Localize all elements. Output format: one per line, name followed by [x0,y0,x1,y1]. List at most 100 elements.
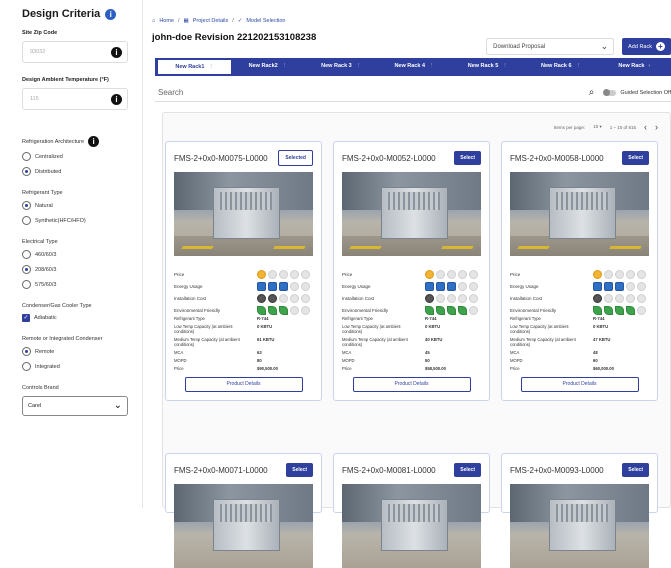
tab-rack-7[interactable]: New Rack › [598,58,671,74]
tab-label: New Rack 6 [541,63,572,69]
temp-input[interactable]: 115 i [22,88,128,110]
kebab-icon[interactable]: ⋮ [429,63,435,69]
add-rack-label: Add Rack [628,43,652,50]
check-icon: ✓ [237,18,243,24]
info-icon[interactable]: i [111,47,122,58]
select-button[interactable]: Select [454,151,481,165]
model-card: FMS-2+0x0-M0058-L0000 Select Price Energy… [501,141,658,401]
gear-icon [425,293,434,303]
search-input[interactable]: Search [155,88,589,97]
checkbox-adiabatic[interactable]: ✓ Adiabatic [22,314,128,322]
kebab-icon[interactable]: ⋮ [576,63,582,69]
row-mca: MCA 45 [342,350,430,355]
model-card: FMS-2+0x0-M0093-L0000 Select [501,453,658,568]
guided-selection-toggle[interactable] [603,88,617,96]
search-icon[interactable]: ⌕ [589,87,595,98]
row-refrigerant: Refrigerant Type R-744 [510,316,605,321]
select-button[interactable]: Select [454,463,481,477]
select-button[interactable]: Select [622,151,649,165]
radio-icon[interactable] [22,280,31,289]
brand-select[interactable]: Carel ⌄ [22,396,128,416]
radio-centralized[interactable]: Centralized [22,152,128,161]
zip-input[interactable]: 93032 i [22,41,128,63]
per-page-select[interactable]: 10 ▾ [593,124,602,130]
radio-selected-icon[interactable] [22,201,31,210]
download-proposal-select[interactable]: Download Proposal ⌄ [486,38,615,55]
radio-575[interactable]: 575/60/3 [22,280,128,289]
product-image [510,484,649,568]
guided-selection-label: Guided Selection Off [620,89,671,96]
leaf-icon [593,305,602,315]
next-page-icon[interactable]: › [655,122,658,132]
prev-page-icon[interactable]: ‹ [644,122,647,132]
radio-synthetic[interactable]: Synthetic(HFC/HFO) [22,216,128,225]
option-label: Adiabatic [34,315,57,321]
option-label: 208/60/3 [35,266,57,273]
row-refrigerant: Refrigerant Type R-744 [174,316,269,321]
kebab-icon[interactable]: ⋮ [208,64,214,70]
option-label: Natural [35,202,53,209]
spec-env: Environmental Friendly [510,304,649,316]
row-mca: MCA 63 [174,350,262,355]
checkbox-checked-icon[interactable]: ✓ [22,314,30,322]
tab-label: New Rack 3 [321,63,352,69]
product-details-button[interactable]: Product Details [520,377,639,392]
radio-icon[interactable] [22,250,31,259]
model-name: FMS-2+0x0-M0058-L0000 [510,153,604,163]
product-details-button[interactable]: Product Details [352,377,471,392]
kebab-icon[interactable]: ⋮ [356,63,362,69]
radio-integrated[interactable]: Integrated [22,362,128,371]
radio-remote[interactable]: Remote [22,347,128,356]
elec-label: Electrical Type [22,239,58,245]
select-button[interactable]: Selected [278,150,313,166]
tab-label: New Rack1 [175,64,205,70]
tab-rack-3[interactable]: New Rack 3 ⋮ [305,58,378,74]
tab-rack-6[interactable]: New Rack 6 ⋮ [524,58,597,74]
radio-icon[interactable] [22,216,31,225]
product-image [342,172,481,256]
chevron-right-icon[interactable]: › [648,63,650,69]
product-image [342,484,481,568]
radio-selected-icon[interactable] [22,347,31,356]
product-image [174,172,313,256]
spec-energy: Energy Usage [342,280,481,292]
chevron-down-icon: ⌄ [600,41,609,51]
info-icon[interactable]: i [111,94,122,105]
kebab-icon[interactable]: ⋮ [502,63,508,69]
info-icon[interactable]: i [105,8,117,20]
search-bar: Search ⌕ Guided Selection Off [155,84,671,102]
spec-install: Installation Cost [174,292,313,304]
spec-price: Price [342,268,481,280]
select-button[interactable]: Select [622,463,649,477]
add-rack-button[interactable]: Add Rack + [622,38,671,55]
row-mca: MCA 48 [510,350,598,355]
tab-rack-5[interactable]: New Rack 5 ⋮ [451,58,524,74]
refarch-label-text: Refrigeration Architecture [22,138,85,145]
row-medium: Medium Temp Capacity (at ambient conditi… [174,337,275,347]
spec-install: Installation Cost [342,292,481,304]
option-label: 575/60/3 [35,281,57,288]
row-price: Price $58,500.00 [342,366,446,371]
radio-selected-icon[interactable] [22,167,31,176]
option-label: Integrated [35,363,60,370]
radio-icon[interactable] [22,362,31,371]
info-icon[interactable]: i [88,136,100,147]
breadcrumb: ⌂ Home / ▦ Project Details / ✓ Model Sel… [152,18,286,24]
breadcrumb-home[interactable]: Home [159,18,174,24]
tab-rack-2[interactable]: New Rack2 ⋮ [231,58,304,74]
select-button[interactable]: Select [286,463,313,477]
spec-energy: Energy Usage [174,280,313,292]
radio-208[interactable]: 208/60/3 [22,265,128,274]
radio-distributed[interactable]: Distributed [22,167,128,176]
option-label: 460/60/3 [35,251,57,258]
kebab-icon[interactable]: ⋮ [282,63,288,69]
product-details-button[interactable]: Product Details [184,377,303,392]
tab-rack-1[interactable]: New Rack1 ⋮ [158,60,232,74]
radio-icon[interactable] [22,152,31,161]
radio-selected-icon[interactable] [22,265,31,274]
radio-460[interactable]: 460/60/3 [22,250,128,259]
remote-label: Remote or Integrated Condenser [22,336,103,342]
tab-rack-4[interactable]: New Rack 4 ⋮ [378,58,451,74]
breadcrumb-project[interactable]: Project Details [193,18,228,24]
radio-natural[interactable]: Natural [22,201,128,210]
